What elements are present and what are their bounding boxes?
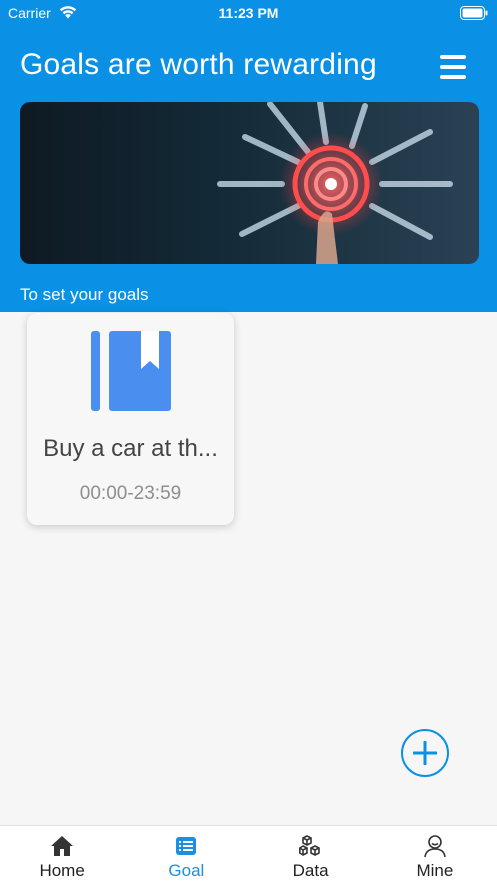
tab-home-label: Home <box>39 861 85 880</box>
status-bar: Carrier 11:23 PM <box>0 0 497 28</box>
status-time: 11:23 PM <box>218 5 279 21</box>
goal-time: 00:00-23:59 <box>79 483 182 504</box>
cubes-icon <box>298 835 320 856</box>
tab-home[interactable]: Home <box>0 826 124 883</box>
header: Carrier 11:23 PM Goals are worth rewardi… <box>0 0 497 312</box>
user-icon <box>424 835 446 858</box>
battery-icon <box>460 6 488 20</box>
list-icon <box>176 837 197 855</box>
goal-card[interactable]: Buy a car at th... 00:00-23:59 <box>27 313 234 525</box>
plus-icon <box>413 741 437 765</box>
tab-data-label: Data <box>292 861 329 880</box>
tab-bar: Home Goal Data Mine <box>0 825 497 883</box>
menu-icon[interactable] <box>440 55 466 79</box>
section-subtitle: To set your goals <box>20 285 149 304</box>
tab-mine[interactable]: Mine <box>373 826 497 883</box>
tab-data[interactable]: Data <box>249 826 373 883</box>
page-title: Goals are worth rewarding <box>20 48 377 81</box>
tab-goal[interactable]: Goal <box>124 826 248 883</box>
goal-title: Buy a car at th... <box>43 435 218 462</box>
banner-image <box>20 102 479 264</box>
add-goal-button[interactable] <box>401 729 449 777</box>
home-icon <box>51 836 74 856</box>
tab-goal-label: Goal <box>168 861 205 880</box>
book-icon <box>91 331 171 411</box>
tab-mine-label: Mine <box>416 861 454 880</box>
